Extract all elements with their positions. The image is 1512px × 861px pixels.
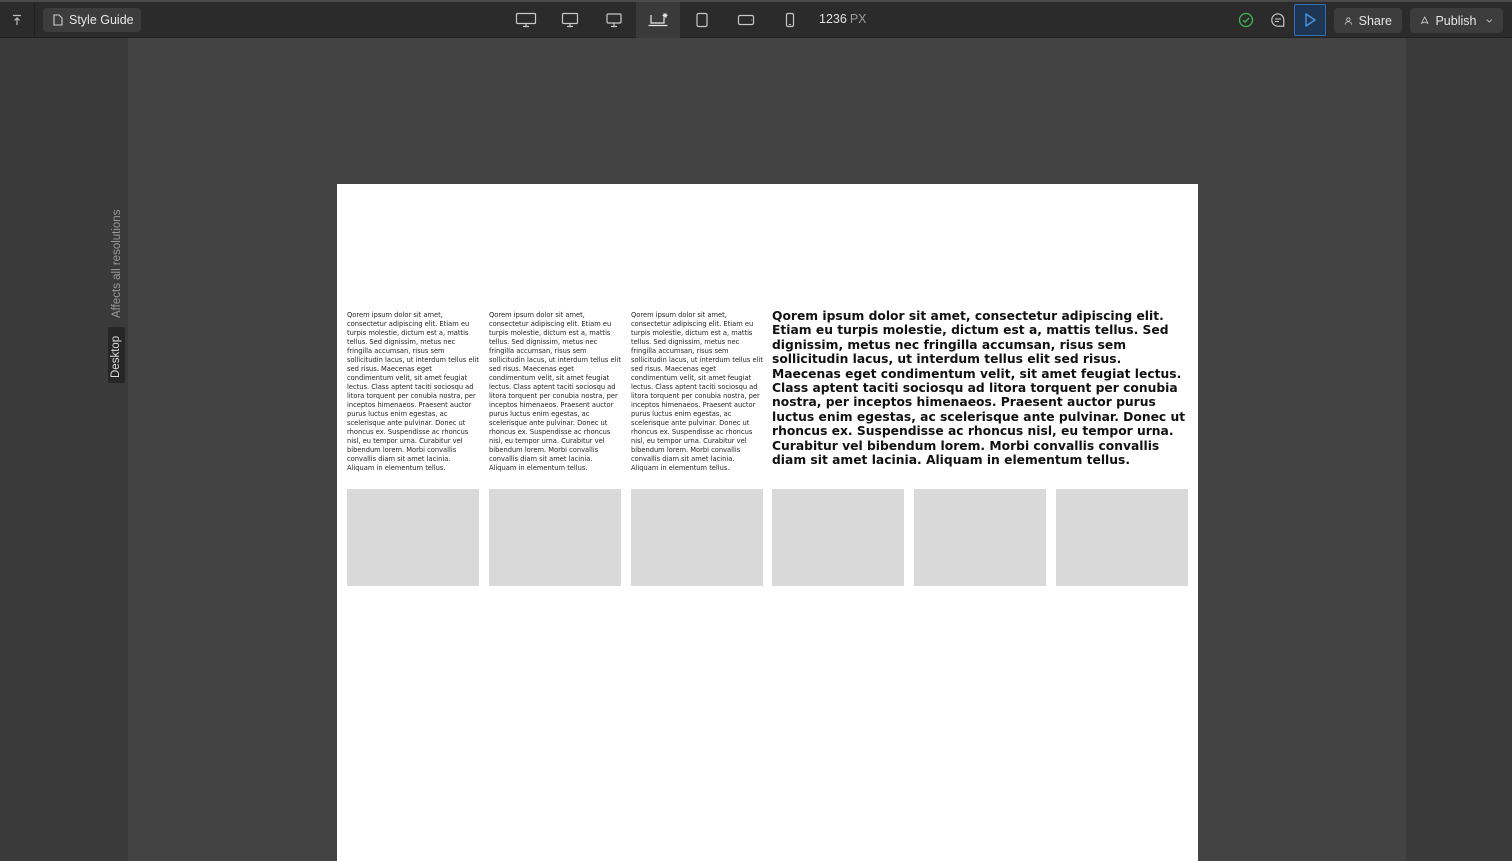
comment-icon: [1271, 13, 1285, 27]
breakpoint-desktop[interactable]: [548, 2, 592, 38]
preview-button[interactable]: [1294, 4, 1326, 36]
affects-all-resolutions-label: Affects all resolutions: [111, 209, 123, 318]
toolbar-divider: [34, 2, 35, 38]
text-column-3[interactable]: Qorem ipsum dolor sit amet, consectetur …: [631, 311, 763, 473]
canvas-width-value: 1236: [819, 12, 847, 26]
breakpoint-tab-desktop-label: Desktop: [110, 335, 122, 378]
check-circle-icon: [1238, 12, 1254, 28]
page-tab-label: Style Guide: [69, 13, 134, 27]
image-placeholder-6[interactable]: [1056, 489, 1188, 586]
publish-status-indicator[interactable]: [1236, 10, 1256, 30]
top-toolbar: Style Guide 1236 PX Share Publish: [0, 0, 1512, 38]
breakpoint-tablet-portrait[interactable]: [680, 2, 724, 38]
comments-button[interactable]: [1268, 10, 1288, 30]
image-placeholder-1[interactable]: [347, 489, 479, 586]
desktop-icon: [561, 12, 579, 28]
collapse-panel-button[interactable]: [6, 10, 28, 30]
breakpoint-tablet-landscape[interactable]: [724, 2, 768, 38]
laptop-custom-icon: [648, 13, 668, 27]
rocket-icon: [1421, 16, 1429, 24]
text-column-2[interactable]: Qorem ipsum dolor sit amet, consectetur …: [489, 311, 621, 473]
share-button-label: Share: [1358, 13, 1392, 28]
image-placeholder-4[interactable]: [772, 489, 904, 586]
breakpoint-desktop-small[interactable]: [592, 2, 636, 38]
desktop-large-icon: [515, 12, 537, 28]
tablet-landscape-icon: [737, 14, 755, 26]
heading-text-block[interactable]: Qorem ipsum dolor sit amet, consectetur …: [772, 309, 1188, 467]
left-rail: [0, 38, 128, 861]
page-canvas[interactable]: Qorem ipsum dolor sit amet, consectetur …: [337, 184, 1198, 861]
arrow-up-to-line-icon: [13, 14, 21, 25]
share-button[interactable]: Share: [1334, 8, 1402, 33]
canvas-width-unit: PX: [849, 12, 867, 26]
image-placeholder-2[interactable]: [489, 489, 621, 586]
publish-button[interactable]: Publish: [1410, 8, 1503, 33]
breakpoint-desktop-large[interactable]: [504, 2, 548, 38]
user-icon: [1344, 16, 1352, 25]
page-icon: [53, 14, 63, 26]
text-column-1[interactable]: Qorem ipsum dolor sit amet, consectetur …: [347, 311, 479, 473]
image-placeholder-5[interactable]: [914, 489, 1046, 586]
desktop-small-icon: [606, 13, 622, 28]
breakpoint-laptop-custom[interactable]: [636, 2, 680, 38]
chevron-down-icon: [1486, 18, 1493, 23]
breakpoint-mobile[interactable]: [768, 2, 812, 38]
canvas-width-readout[interactable]: 1236 PX: [819, 12, 867, 26]
image-placeholder-3[interactable]: [631, 489, 763, 586]
mobile-icon: [785, 12, 795, 28]
publish-button-label: Publish: [1435, 13, 1477, 28]
page-tab-style-guide[interactable]: Style Guide: [43, 8, 141, 32]
right-rail: [1406, 38, 1512, 861]
tablet-portrait-icon: [696, 12, 708, 28]
play-icon: [1305, 13, 1316, 27]
